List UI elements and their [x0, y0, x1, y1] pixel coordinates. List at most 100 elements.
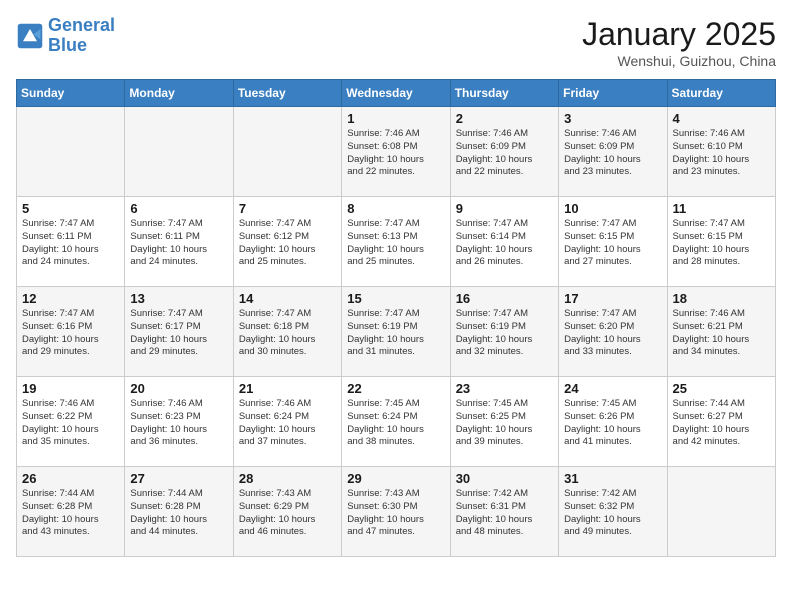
calendar-cell: 15 Sunrise: 7:47 AM Sunset: 6:19 PM Dayli… — [342, 287, 450, 377]
day-number: 10 — [564, 201, 661, 216]
day-info: Sunrise: 7:47 AM Sunset: 6:16 PM Dayligh… — [22, 308, 119, 359]
calendar-cell: 16Sunrise: 7:47 AM Sunset: 6:19 PM Dayli… — [450, 287, 558, 377]
logo: General Blue — [16, 16, 115, 56]
calendar-week-row: 5Sunrise: 7:47 AM Sunset: 6:11 PM Daylig… — [17, 197, 776, 287]
calendar-cell: 18 Sunrise: 7:46 AM Sunset: 6:21 PM Dayli… — [667, 287, 775, 377]
calendar-table: SundayMondayTuesdayWednesdayThursdayFrid… — [16, 79, 776, 557]
calendar-cell: 13 Sunrise: 7:47 AM Sunset: 6:17 PM Dayli… — [125, 287, 233, 377]
day-number: 19 — [22, 381, 119, 396]
day-number: 30 — [456, 471, 553, 486]
day-number: 15 — [347, 291, 444, 306]
calendar-cell: 17Sunrise: 7:47 AM Sunset: 6:20 PM Dayli… — [559, 287, 667, 377]
weekday-friday: Friday — [559, 80, 667, 107]
day-info: Sunrise: 7:45 AM Sunset: 6:25 PM Dayligh… — [456, 398, 553, 449]
day-info: Sunrise: 7:45 AM Sunset: 6:26 PM Dayligh… — [564, 398, 661, 449]
day-number: 1 — [347, 111, 444, 126]
calendar-cell — [233, 107, 341, 197]
page-header: General Blue January 2025 Wenshui, Guizh… — [16, 16, 776, 69]
calendar-cell: 20Sunrise: 7:46 AM Sunset: 6:23 PM Dayli… — [125, 377, 233, 467]
day-number: 18 — [673, 291, 770, 306]
day-info: Sunrise: 7:47 AM Sunset: 6:13 PM Dayligh… — [347, 218, 444, 269]
calendar-week-row: 19 Sunrise: 7:46 AM Sunset: 6:22 PM Dayli… — [17, 377, 776, 467]
calendar-cell: 19 Sunrise: 7:46 AM Sunset: 6:22 PM Dayli… — [17, 377, 125, 467]
day-info: Sunrise: 7:42 AM Sunset: 6:32 PM Dayligh… — [564, 488, 661, 539]
day-info: Sunrise: 7:47 AM Sunset: 6:18 PM Dayligh… — [239, 308, 336, 359]
day-number: 14 — [239, 291, 336, 306]
day-info: Sunrise: 7:47 AM Sunset: 6:19 PM Dayligh… — [456, 308, 553, 359]
calendar-cell: 30 Sunrise: 7:42 AM Sunset: 6:31 PM Dayli… — [450, 467, 558, 557]
day-info: Sunrise: 7:45 AM Sunset: 6:24 PM Dayligh… — [347, 398, 444, 449]
day-number: 24 — [564, 381, 661, 396]
weekday-header-row: SundayMondayTuesdayWednesdayThursdayFrid… — [17, 80, 776, 107]
day-number: 12 — [22, 291, 119, 306]
day-number: 20 — [130, 381, 227, 396]
calendar-cell — [17, 107, 125, 197]
calendar-cell: 25 Sunrise: 7:44 AM Sunset: 6:27 PM Dayli… — [667, 377, 775, 467]
day-info: Sunrise: 7:46 AM Sunset: 6:22 PM Dayligh… — [22, 398, 119, 449]
day-info: Sunrise: 7:47 AM Sunset: 6:12 PM Dayligh… — [239, 218, 336, 269]
day-info: Sunrise: 7:47 AM Sunset: 6:20 PM Dayligh… — [564, 308, 661, 359]
calendar-cell: 29 Sunrise: 7:43 AM Sunset: 6:30 PM Dayli… — [342, 467, 450, 557]
day-info: Sunrise: 7:44 AM Sunset: 6:27 PM Dayligh… — [673, 398, 770, 449]
day-number: 11 — [673, 201, 770, 216]
day-info: Sunrise: 7:46 AM Sunset: 6:10 PM Dayligh… — [673, 128, 770, 179]
day-number: 21 — [239, 381, 336, 396]
day-info: Sunrise: 7:44 AM Sunset: 6:28 PM Dayligh… — [22, 488, 119, 539]
calendar-cell: 9 Sunrise: 7:47 AM Sunset: 6:14 PM Daylig… — [450, 197, 558, 287]
day-number: 25 — [673, 381, 770, 396]
calendar-cell: 24 Sunrise: 7:45 AM Sunset: 6:26 PM Dayli… — [559, 377, 667, 467]
calendar-title: January 2025 — [582, 16, 776, 53]
day-number: 5 — [22, 201, 119, 216]
calendar-cell: 28Sunrise: 7:43 AM Sunset: 6:29 PM Dayli… — [233, 467, 341, 557]
calendar-week-row: 12 Sunrise: 7:47 AM Sunset: 6:16 PM Dayli… — [17, 287, 776, 377]
logo-icon — [16, 22, 44, 50]
day-number: 3 — [564, 111, 661, 126]
calendar-cell: 26 Sunrise: 7:44 AM Sunset: 6:28 PM Dayli… — [17, 467, 125, 557]
day-info: Sunrise: 7:43 AM Sunset: 6:30 PM Dayligh… — [347, 488, 444, 539]
calendar-cell: 2Sunrise: 7:46 AM Sunset: 6:09 PM Daylig… — [450, 107, 558, 197]
calendar-cell: 27 Sunrise: 7:44 AM Sunset: 6:28 PM Dayli… — [125, 467, 233, 557]
logo-general: General — [48, 15, 115, 35]
day-info: Sunrise: 7:47 AM Sunset: 6:19 PM Dayligh… — [347, 308, 444, 359]
day-number: 27 — [130, 471, 227, 486]
day-number: 6 — [130, 201, 227, 216]
day-number: 31 — [564, 471, 661, 486]
day-number: 13 — [130, 291, 227, 306]
day-info: Sunrise: 7:43 AM Sunset: 6:29 PM Dayligh… — [239, 488, 336, 539]
calendar-cell: 7 Sunrise: 7:47 AM Sunset: 6:12 PM Daylig… — [233, 197, 341, 287]
day-number: 7 — [239, 201, 336, 216]
calendar-cell: 1Sunrise: 7:46 AM Sunset: 6:08 PM Daylig… — [342, 107, 450, 197]
day-number: 8 — [347, 201, 444, 216]
day-number: 26 — [22, 471, 119, 486]
calendar-week-row: 1Sunrise: 7:46 AM Sunset: 6:08 PM Daylig… — [17, 107, 776, 197]
calendar-cell: 12 Sunrise: 7:47 AM Sunset: 6:16 PM Dayli… — [17, 287, 125, 377]
calendar-cell: 11Sunrise: 7:47 AM Sunset: 6:15 PM Dayli… — [667, 197, 775, 287]
day-number: 22 — [347, 381, 444, 396]
day-number: 4 — [673, 111, 770, 126]
calendar-cell: 8 Sunrise: 7:47 AM Sunset: 6:13 PM Daylig… — [342, 197, 450, 287]
day-info: Sunrise: 7:47 AM Sunset: 6:15 PM Dayligh… — [564, 218, 661, 269]
weekday-sunday: Sunday — [17, 80, 125, 107]
calendar-cell: 22 Sunrise: 7:45 AM Sunset: 6:24 PM Dayli… — [342, 377, 450, 467]
calendar-cell: 14 Sunrise: 7:47 AM Sunset: 6:18 PM Dayli… — [233, 287, 341, 377]
day-number: 23 — [456, 381, 553, 396]
calendar-cell: 5Sunrise: 7:47 AM Sunset: 6:11 PM Daylig… — [17, 197, 125, 287]
calendar-header: SundayMondayTuesdayWednesdayThursdayFrid… — [17, 80, 776, 107]
day-info: Sunrise: 7:46 AM Sunset: 6:21 PM Dayligh… — [673, 308, 770, 359]
day-info: Sunrise: 7:42 AM Sunset: 6:31 PM Dayligh… — [456, 488, 553, 539]
calendar-cell — [667, 467, 775, 557]
calendar-cell: 10 Sunrise: 7:47 AM Sunset: 6:15 PM Dayli… — [559, 197, 667, 287]
calendar-subtitle: Wenshui, Guizhou, China — [582, 53, 776, 69]
calendar-cell: 4 Sunrise: 7:46 AM Sunset: 6:10 PM Daylig… — [667, 107, 775, 197]
logo-text: General Blue — [48, 16, 115, 56]
title-block: January 2025 Wenshui, Guizhou, China — [582, 16, 776, 69]
day-info: Sunrise: 7:44 AM Sunset: 6:28 PM Dayligh… — [130, 488, 227, 539]
calendar-cell: 21Sunrise: 7:46 AM Sunset: 6:24 PM Dayli… — [233, 377, 341, 467]
calendar-cell: 23 Sunrise: 7:45 AM Sunset: 6:25 PM Dayli… — [450, 377, 558, 467]
day-number: 29 — [347, 471, 444, 486]
calendar-cell: 6Sunrise: 7:47 AM Sunset: 6:11 PM Daylig… — [125, 197, 233, 287]
day-info: Sunrise: 7:47 AM Sunset: 6:17 PM Dayligh… — [130, 308, 227, 359]
weekday-monday: Monday — [125, 80, 233, 107]
day-info: Sunrise: 7:47 AM Sunset: 6:14 PM Dayligh… — [456, 218, 553, 269]
day-number: 9 — [456, 201, 553, 216]
